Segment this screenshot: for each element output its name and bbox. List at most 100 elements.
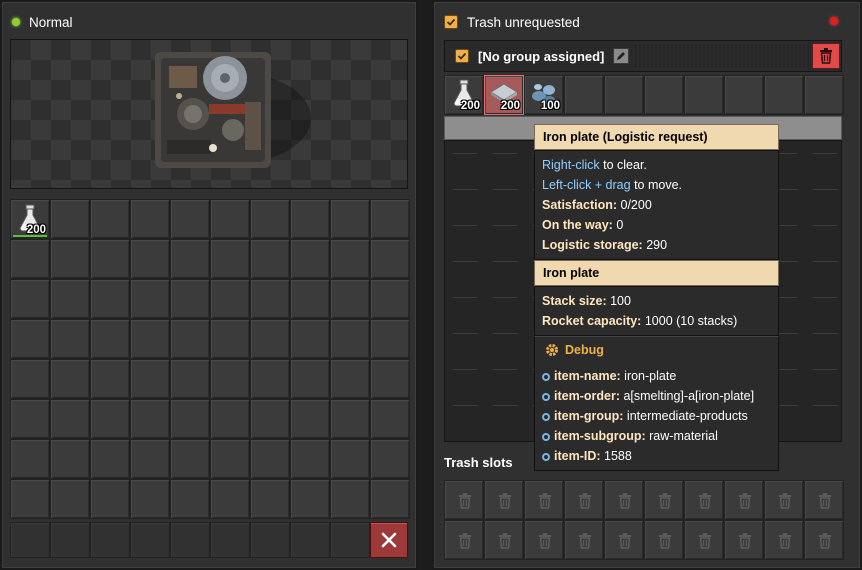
inventory-slot[interactable] bbox=[50, 199, 90, 239]
inventory-slot[interactable] bbox=[170, 359, 210, 399]
trash-slot[interactable] bbox=[764, 520, 804, 560]
trash-slot[interactable] bbox=[524, 520, 564, 560]
trash-slot[interactable] bbox=[764, 480, 804, 520]
inventory-slot[interactable] bbox=[370, 439, 410, 479]
edit-group-button[interactable] bbox=[613, 48, 630, 64]
inventory-slot[interactable] bbox=[130, 399, 170, 439]
inventory-slot[interactable] bbox=[210, 239, 250, 279]
request-slot[interactable] bbox=[804, 75, 844, 115]
inventory-slot[interactable] bbox=[290, 399, 330, 439]
request-slot[interactable]: 200 bbox=[484, 75, 524, 115]
inventory-slot[interactable] bbox=[250, 439, 290, 479]
inventory-slot[interactable] bbox=[210, 359, 250, 399]
inventory-slot[interactable] bbox=[50, 319, 90, 359]
inventory-slot[interactable] bbox=[90, 239, 130, 279]
group-enabled-checkbox[interactable] bbox=[455, 49, 469, 63]
inventory-slot[interactable] bbox=[10, 279, 50, 319]
inventory-slot[interactable] bbox=[370, 359, 410, 399]
inventory-slot[interactable] bbox=[50, 479, 90, 519]
trash-slot[interactable] bbox=[564, 520, 604, 560]
request-slot[interactable] bbox=[644, 75, 684, 115]
inventory-slot[interactable] bbox=[210, 279, 250, 319]
inventory-slot[interactable] bbox=[170, 319, 210, 359]
inventory-slot[interactable] bbox=[290, 359, 330, 399]
inventory-slot[interactable]: 200 bbox=[10, 199, 50, 239]
request-slot[interactable] bbox=[604, 75, 644, 115]
inventory-slot[interactable] bbox=[330, 479, 370, 519]
inventory-slot[interactable] bbox=[10, 359, 50, 399]
inventory-slot[interactable] bbox=[250, 239, 290, 279]
trash-slot[interactable] bbox=[644, 480, 684, 520]
trash-slot[interactable] bbox=[684, 480, 724, 520]
inventory-slot[interactable] bbox=[10, 239, 50, 279]
clear-inventory-button[interactable] bbox=[370, 522, 408, 558]
request-slot[interactable]: 100 bbox=[524, 75, 564, 115]
inventory-slot[interactable] bbox=[10, 479, 50, 519]
inventory-slot[interactable] bbox=[210, 319, 250, 359]
trash-slot[interactable] bbox=[444, 480, 484, 520]
inventory-slot[interactable] bbox=[170, 239, 210, 279]
inventory-slot[interactable] bbox=[330, 279, 370, 319]
inventory-slot[interactable] bbox=[250, 399, 290, 439]
inventory-slot[interactable] bbox=[10, 319, 50, 359]
inventory-slot[interactable] bbox=[290, 239, 330, 279]
inventory-slot[interactable] bbox=[250, 359, 290, 399]
inventory-slot[interactable] bbox=[370, 239, 410, 279]
trash-slot[interactable] bbox=[484, 480, 524, 520]
inventory-slot[interactable] bbox=[290, 199, 330, 239]
inventory-slot[interactable] bbox=[370, 199, 410, 239]
trash-unrequested-checkbox[interactable] bbox=[444, 15, 458, 29]
inventory-slot[interactable] bbox=[90, 399, 130, 439]
inventory-slot[interactable] bbox=[250, 479, 290, 519]
inventory-slot[interactable] bbox=[330, 359, 370, 399]
trash-slot[interactable] bbox=[524, 480, 564, 520]
inventory-slot[interactable] bbox=[130, 279, 170, 319]
inventory-slot[interactable] bbox=[290, 319, 330, 359]
inventory-slot[interactable] bbox=[130, 199, 170, 239]
inventory-slot[interactable] bbox=[10, 399, 50, 439]
inventory-slot[interactable] bbox=[330, 239, 370, 279]
inventory-slot[interactable] bbox=[130, 439, 170, 479]
inventory-slot[interactable] bbox=[370, 279, 410, 319]
inventory-slot[interactable] bbox=[330, 399, 370, 439]
request-slot[interactable] bbox=[724, 75, 764, 115]
inventory-slot[interactable] bbox=[290, 439, 330, 479]
inventory-slot[interactable] bbox=[10, 439, 50, 479]
inventory-slot[interactable] bbox=[90, 279, 130, 319]
inventory-slot[interactable] bbox=[370, 479, 410, 519]
trash-slot[interactable] bbox=[484, 520, 524, 560]
inventory-slot[interactable] bbox=[170, 479, 210, 519]
inventory-slot[interactable] bbox=[250, 319, 290, 359]
inventory-slot[interactable] bbox=[330, 199, 370, 239]
inventory-slot[interactable] bbox=[370, 399, 410, 439]
trash-slot[interactable] bbox=[604, 480, 644, 520]
trash-slot[interactable] bbox=[644, 520, 684, 560]
trash-slot[interactable] bbox=[564, 480, 604, 520]
inventory-slot[interactable] bbox=[90, 199, 130, 239]
inventory-slot[interactable] bbox=[250, 199, 290, 239]
inventory-slot[interactable] bbox=[290, 279, 330, 319]
inventory-slot[interactable] bbox=[90, 359, 130, 399]
trash-slot[interactable] bbox=[804, 480, 844, 520]
inventory-slot[interactable] bbox=[370, 319, 410, 359]
trash-slot[interactable] bbox=[724, 520, 764, 560]
request-slot[interactable] bbox=[564, 75, 604, 115]
inventory-slot[interactable] bbox=[170, 279, 210, 319]
inventory-slot[interactable] bbox=[330, 439, 370, 479]
delete-group-button[interactable] bbox=[812, 43, 840, 69]
request-slot[interactable] bbox=[684, 75, 724, 115]
trash-slot[interactable] bbox=[604, 520, 644, 560]
inventory-slot[interactable] bbox=[170, 399, 210, 439]
inventory-slot[interactable] bbox=[250, 279, 290, 319]
inventory-slot[interactable] bbox=[130, 319, 170, 359]
inventory-slot[interactable] bbox=[90, 479, 130, 519]
request-slot[interactable] bbox=[764, 75, 804, 115]
request-slot[interactable]: 200 bbox=[444, 75, 484, 115]
inventory-slot[interactable] bbox=[130, 239, 170, 279]
inventory-slot[interactable] bbox=[50, 359, 90, 399]
trash-slot[interactable] bbox=[724, 480, 764, 520]
trash-slot[interactable] bbox=[684, 520, 724, 560]
inventory-slot[interactable] bbox=[210, 199, 250, 239]
inventory-slot[interactable] bbox=[170, 439, 210, 479]
inventory-slot[interactable] bbox=[130, 479, 170, 519]
